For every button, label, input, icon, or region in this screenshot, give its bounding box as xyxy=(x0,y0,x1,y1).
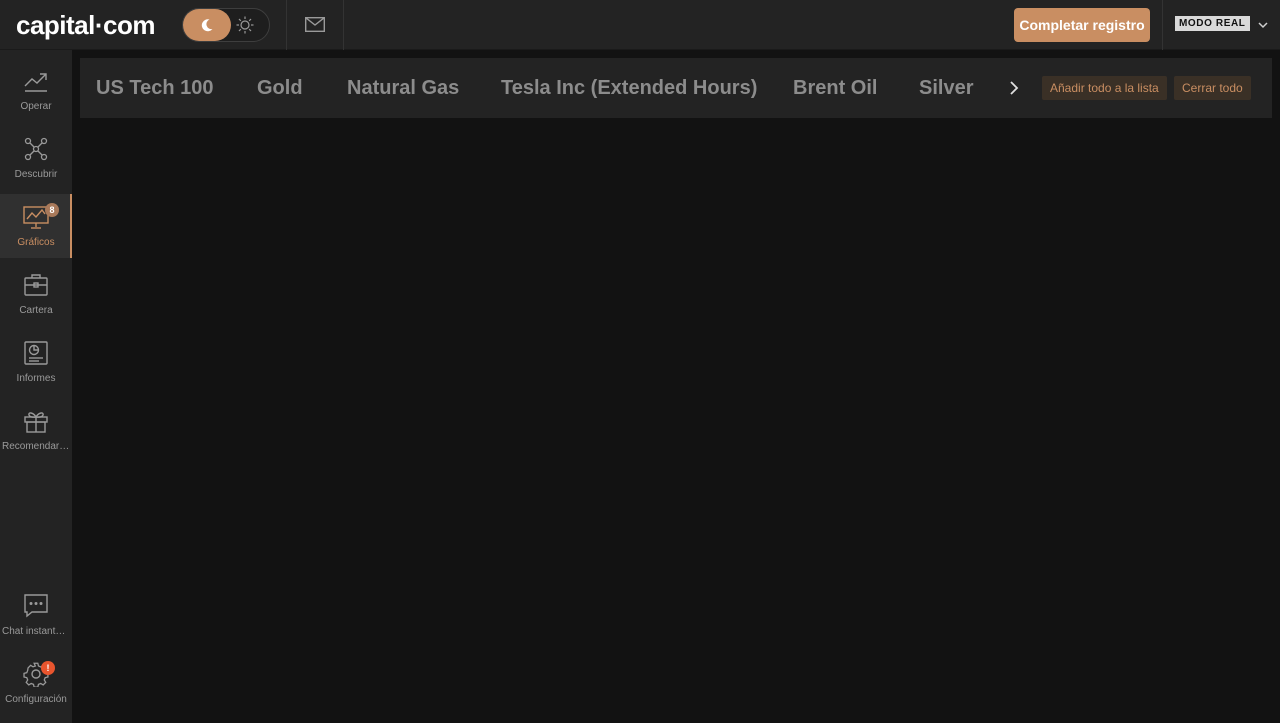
divider xyxy=(343,0,344,50)
sidebar: Operar Descubrir 8 Gráficos Cartera Info… xyxy=(0,50,72,723)
close-all-button[interactable]: Cerrar todo xyxy=(1174,76,1251,100)
sidebar-item-descubrir[interactable]: Descubrir xyxy=(0,126,72,190)
sidebar-item-label: Recomendar amigos xyxy=(2,441,70,452)
sidebar-item-label: Operar xyxy=(20,101,52,112)
sidebar-item-informes[interactable]: Informes xyxy=(0,330,72,394)
sidebar-item-operar[interactable]: Operar xyxy=(0,58,72,122)
tab-tesla-extended[interactable]: Tesla Inc (Extended Hours) xyxy=(501,58,757,118)
moon-icon xyxy=(201,19,213,32)
complete-registration-button[interactable]: Completar registro xyxy=(1014,8,1150,42)
sidebar-item-cartera[interactable]: Cartera xyxy=(0,262,72,326)
report-icon xyxy=(24,341,48,365)
network-icon xyxy=(24,137,48,161)
tab-silver[interactable]: Silver xyxy=(919,58,973,118)
chevron-down-icon[interactable] xyxy=(1257,20,1269,30)
chevron-right-icon[interactable] xyxy=(1006,80,1022,96)
sidebar-item-graficos[interactable]: 8 Gráficos xyxy=(0,194,72,258)
charts-count-badge: 8 xyxy=(45,203,59,217)
sidebar-item-label: Configuración xyxy=(5,694,67,705)
tab-us-tech-100[interactable]: US Tech 100 xyxy=(96,58,213,118)
sidebar-item-label: Chat instantáneo xyxy=(2,626,70,637)
trending-up-icon xyxy=(24,73,47,92)
theme-toggle[interactable] xyxy=(182,8,270,42)
divider xyxy=(1162,0,1163,50)
tab-brent-oil[interactable]: Brent Oil xyxy=(793,58,877,118)
chart-tabs-bar: US Tech 100 Gold Natural Gas Tesla Inc (… xyxy=(80,58,1272,118)
add-all-to-list-button[interactable]: Añadir todo a la lista xyxy=(1042,76,1167,100)
divider xyxy=(286,0,287,50)
sidebar-item-label: Cartera xyxy=(19,305,53,316)
gift-icon xyxy=(24,412,48,433)
sidebar-item-recomendar[interactable]: Recomendar amigos xyxy=(0,398,72,462)
sidebar-item-label: Gráficos xyxy=(17,237,55,248)
top-bar: capital·com Completar registro MODO REAL xyxy=(0,0,1280,50)
briefcase-icon xyxy=(24,274,48,296)
settings-alert-badge: ! xyxy=(41,661,55,675)
account-mode-badge[interactable]: MODO REAL xyxy=(1175,16,1250,31)
mail-icon[interactable] xyxy=(305,17,325,32)
sidebar-item-label: Descubrir xyxy=(14,169,58,180)
sun-icon xyxy=(236,16,254,34)
sidebar-item-configuracion[interactable]: ! Configuración xyxy=(0,651,72,715)
chart-area xyxy=(80,118,1280,723)
sidebar-item-chat[interactable]: Chat instantáneo xyxy=(0,583,72,647)
chat-icon xyxy=(24,594,48,618)
sidebar-item-label: Informes xyxy=(16,373,56,384)
logo[interactable]: capital·com xyxy=(16,9,156,41)
tab-natural-gas[interactable]: Natural Gas xyxy=(347,58,459,118)
tab-gold[interactable]: Gold xyxy=(257,58,303,118)
